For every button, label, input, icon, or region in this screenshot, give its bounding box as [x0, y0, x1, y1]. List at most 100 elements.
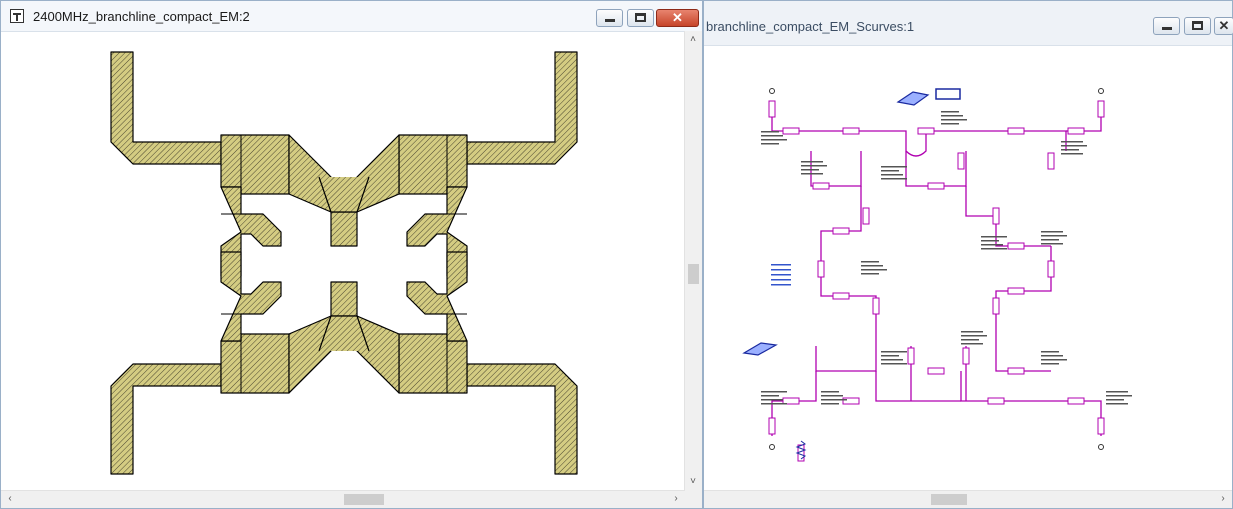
minimize-icon: [1162, 27, 1172, 30]
em-structure-icon: [896, 91, 930, 106]
blue-annotation-line-3: [771, 279, 791, 281]
schematic-element-0: [782, 127, 800, 135]
schematic-annotation-11-0: [881, 351, 907, 353]
schematic-annotation-8-1: [981, 240, 999, 242]
schematic-horizontal-scroll-thumb[interactable]: [931, 494, 967, 505]
schematic-annotation-11-3: [881, 363, 907, 365]
maximize-button[interactable]: [627, 9, 654, 27]
schematic-wire-4: [820, 186, 862, 261]
schematic-element-12: [1007, 367, 1025, 375]
scroll-right-icon[interactable]: ›: [1217, 493, 1229, 505]
schematic-window-titlebar[interactable]: branchline_compact_EM_Scurves:1 ✕: [704, 1, 1233, 46]
layout-vertical-scroll-thumb[interactable]: [688, 264, 699, 284]
schematic-window-title: branchline_compact_EM_Scurves:1: [706, 19, 915, 34]
schematic-annotation-9-3: [861, 273, 879, 275]
port-icon-1: [1098, 88, 1104, 94]
maximize-icon: [1192, 21, 1203, 30]
schematic-annotation-7-1: [1106, 395, 1132, 397]
schematic-annotation-6-3: [821, 403, 839, 405]
schematic-horizontal-scrollbar[interactable]: ›: [704, 490, 1232, 508]
schematic-annotation-9-2: [861, 269, 887, 271]
schematic-annotation-3-3: [941, 123, 959, 125]
schematic-minimize-button[interactable]: [1153, 17, 1180, 35]
scroll-down-icon[interactable]: ˅: [687, 476, 699, 488]
schematic-annotation-10-2: [1041, 239, 1059, 241]
branchline-layout-drawing: [110, 51, 578, 475]
schematic-annotation-13-0: [961, 331, 983, 333]
schematic-annotation-12-2: [1041, 359, 1067, 361]
schematic-annotation-2-2: [881, 174, 903, 176]
schematic-annotation-6-2: [821, 399, 847, 401]
schematic-annotation-13-1: [961, 335, 987, 337]
layout-horizontal-scroll-thumb[interactable]: [344, 494, 384, 505]
schematic-annotation-12-3: [1041, 363, 1059, 365]
schematic-annotation-2-0: [881, 166, 907, 168]
schematic-annotation-0-0: [761, 131, 779, 133]
schematic-vertical-element-7: [1047, 260, 1055, 278]
schematic-annotation-1-3: [801, 173, 823, 175]
scroll-corner: [685, 491, 702, 508]
schematic-wire-1: [1066, 101, 1102, 132]
layout-window-title: 2400MHz_branchline_compact_EM:2: [33, 9, 250, 24]
port-icon-3: [1098, 444, 1104, 450]
layout-horizontal-scrollbar[interactable]: ‹ ›: [1, 490, 685, 508]
schematic-annotation-3-2: [941, 119, 967, 121]
schematic-element-8: [1007, 242, 1025, 250]
schematic-annotation-13-2: [961, 339, 979, 341]
schematic-element-15: [987, 397, 1005, 405]
schematic-annotation-4-3: [1061, 153, 1083, 155]
schematic-annotation-5-1: [761, 395, 779, 397]
schematic-annotation-0-2: [761, 139, 787, 141]
schematic-annotation-0-1: [761, 135, 783, 137]
schematic-vertical-element-9: [992, 297, 1000, 315]
scroll-right-icon[interactable]: ›: [670, 493, 682, 505]
blue-annotation-line-4: [771, 284, 791, 286]
schematic-annotation-10-0: [1041, 231, 1063, 233]
close-button[interactable]: ✕: [656, 9, 699, 27]
schematic-annotation-10-3: [1041, 243, 1063, 245]
schematic-annotation-1-0: [801, 161, 823, 163]
schematic-element-14: [842, 397, 860, 405]
schematic-vertical-element-6: [817, 260, 825, 278]
layout-canvas[interactable]: [9, 31, 686, 493]
schematic-annotation-1-1: [801, 165, 827, 167]
schematic-annotation-12-1: [1041, 355, 1063, 357]
schematic-canvas[interactable]: [704, 45, 1233, 493]
schematic-annotation-8-3: [981, 248, 1007, 250]
schematic-annotation-9-0: [861, 261, 879, 263]
schematic-element-5: [927, 182, 945, 190]
schematic-annotation-4-1: [1061, 145, 1087, 147]
layout-window[interactable]: 2400MHz_branchline_compact_EM:2 ✕ ˄ ˅ ‹ …: [0, 0, 703, 509]
schematic-annotation-8-2: [981, 244, 1003, 246]
schematic-annotation-3-0: [941, 111, 959, 113]
scroll-up-icon[interactable]: ˄: [687, 34, 699, 46]
schematic-wire-5: [965, 186, 1051, 247]
schematic-annotation-2-3: [881, 178, 907, 180]
schematic-vertical-element-0: [768, 100, 776, 118]
schematic-element-2: [917, 127, 935, 135]
schematic-maximize-button[interactable]: [1184, 17, 1211, 35]
em-structure-icon-2: [742, 342, 778, 356]
schematic-annotation-13-3: [961, 343, 983, 345]
schematic-vertical-element-1: [1097, 100, 1105, 118]
minimize-icon: [605, 19, 615, 22]
layout-window-titlebar[interactable]: 2400MHz_branchline_compact_EM:2 ✕: [1, 1, 702, 32]
scroll-left-icon[interactable]: ‹: [4, 493, 16, 505]
minimize-button[interactable]: [596, 9, 623, 27]
schematic-vertical-element-11: [962, 347, 970, 365]
schematic-vertical-element-3: [1047, 152, 1055, 170]
schematic-element-16: [1067, 397, 1085, 405]
maximize-icon: [635, 13, 646, 22]
schematic-close-button[interactable]: ✕: [1214, 17, 1233, 35]
schematic-annotation-7-3: [1106, 403, 1128, 405]
schematic-drawing: [742, 88, 1132, 462]
blue-annotation-line-2: [771, 274, 791, 276]
schematic-annotation-6-0: [821, 391, 839, 393]
port-icon-2: [769, 444, 775, 450]
schematic-annotation-7-2: [1106, 399, 1124, 401]
schematic-vertical-element-4: [862, 207, 870, 225]
schematic-annotation-11-2: [881, 359, 903, 361]
schematic-vertical-element-5: [992, 207, 1000, 225]
layout-vertical-scrollbar[interactable]: ˄ ˅: [684, 31, 702, 491]
schematic-window[interactable]: branchline_compact_EM_Scurves:1 ✕ ›: [703, 0, 1233, 509]
